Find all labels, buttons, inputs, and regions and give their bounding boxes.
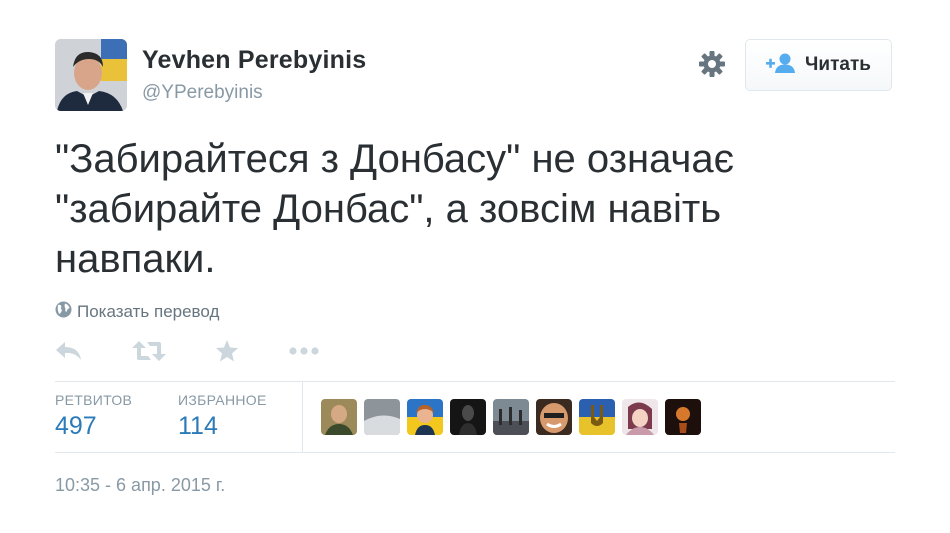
favoriter-avatar[interactable] (450, 399, 486, 435)
favoriter-avatar[interactable] (579, 399, 615, 435)
more-icon[interactable] (289, 337, 319, 365)
retweets-stat[interactable]: РЕТВИТОВ 497 (55, 392, 132, 441)
favoriter-avatar[interactable] (407, 399, 443, 435)
favorites-count: 114 (178, 412, 218, 440)
gear-icon[interactable] (698, 50, 726, 78)
retweets-label: РЕТВИТОВ (55, 392, 133, 408)
translate-link[interactable]: Показать перевод (55, 301, 219, 323)
translate-label: Показать перевод (77, 302, 220, 321)
favorites-stat[interactable]: ИЗБРАННОЕ 114 (178, 392, 267, 441)
globe-icon (55, 301, 77, 323)
reply-icon[interactable] (55, 337, 83, 365)
favoriter-avatar[interactable] (536, 399, 572, 435)
follow-label: Читать (805, 54, 871, 75)
favoriters-avatars (321, 399, 701, 435)
tweet-timestamp[interactable]: 10:35 - 6 апр. 2015 г. (55, 475, 225, 496)
favoriter-avatar[interactable] (364, 399, 400, 435)
avatar[interactable] (55, 39, 127, 111)
tweet-text: "Забирайтеся з Донбасу" не означає "заби… (55, 137, 735, 281)
user-name[interactable]: Yevhen Perebyinis (142, 46, 366, 75)
favorites-label: ИЗБРАННОЕ (178, 392, 267, 408)
user-handle[interactable]: @YPerebyinis (142, 82, 263, 104)
star-icon[interactable] (215, 337, 239, 365)
favoriter-avatar[interactable] (493, 399, 529, 435)
favoriter-avatar[interactable] (665, 399, 701, 435)
follow-button[interactable]: Читать (745, 39, 892, 91)
retweets-count: 497 (55, 412, 97, 440)
favoriter-avatar[interactable] (321, 399, 357, 435)
stats-divider-bottom (55, 452, 895, 453)
add-user-icon (766, 52, 805, 79)
stats-separator (302, 381, 303, 452)
retweet-icon[interactable] (132, 337, 166, 365)
favoriter-avatar[interactable] (622, 399, 658, 435)
stats-divider-top (55, 381, 895, 382)
